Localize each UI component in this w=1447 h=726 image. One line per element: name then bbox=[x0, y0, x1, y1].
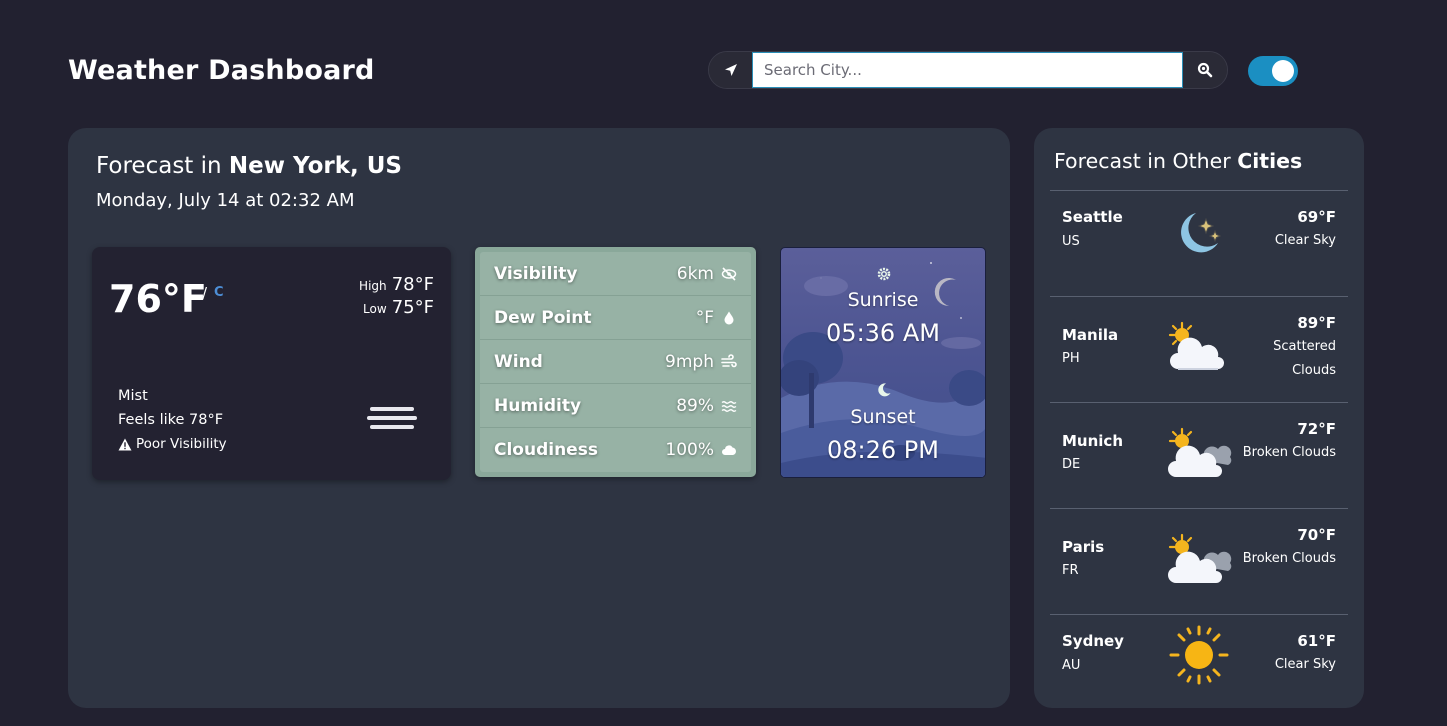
search-bar bbox=[708, 51, 1228, 89]
city-condition: Broken Clouds bbox=[1242, 551, 1336, 566]
city-temp: 61°F bbox=[1297, 632, 1336, 650]
sunrise-time: 05:36 AM bbox=[826, 319, 940, 347]
sun-cloud-icon bbox=[1168, 321, 1224, 370]
other-cities-heading-prefix: Forecast in Other bbox=[1054, 149, 1231, 173]
detail-row-humidity: Humidity 89% bbox=[480, 384, 751, 428]
theme-toggle[interactable] bbox=[1248, 56, 1298, 86]
other-cities-panel: Forecast in Other Cities Seattle US 69°F… bbox=[1034, 128, 1364, 708]
sun-gear-icon bbox=[877, 267, 891, 281]
moon-stars-icon bbox=[1181, 213, 1222, 253]
wind-icon bbox=[721, 353, 737, 367]
condition-block: Mist Feels like 78°F Poor Visibility bbox=[118, 384, 227, 456]
city-country: US bbox=[1062, 234, 1080, 249]
detail-label: Wind bbox=[494, 351, 543, 372]
detail-label: Cloudiness bbox=[494, 440, 598, 460]
low-temp: 75°F bbox=[391, 297, 434, 318]
city-country: AU bbox=[1062, 658, 1081, 673]
feels-like: Feels like 78°F bbox=[118, 412, 224, 428]
city-condition: Broken Clouds bbox=[1242, 445, 1336, 460]
forecast-heading: Forecast in New York, US bbox=[96, 153, 402, 179]
sunset-time: 08:26 PM bbox=[827, 436, 939, 464]
other-cities-heading-bold: Cities bbox=[1237, 149, 1303, 173]
city-row[interactable]: Manila PH 89°F Scattered Clouds bbox=[1050, 296, 1348, 402]
detail-value: 9mph bbox=[665, 351, 714, 372]
sun-clouds-icon bbox=[1168, 427, 1232, 477]
search-button[interactable] bbox=[1183, 52, 1227, 88]
other-cities-heading: Forecast in Other Cities bbox=[1054, 149, 1302, 173]
city-condition: Clear Sky bbox=[1274, 657, 1336, 672]
warning-icon bbox=[118, 438, 132, 450]
city-temp: 69°F bbox=[1297, 208, 1336, 226]
unit-separator: / bbox=[202, 284, 208, 302]
warning-text: Poor Visibility bbox=[136, 436, 227, 452]
city-condition: Clear Sky bbox=[1274, 233, 1336, 248]
city-country: PH bbox=[1062, 351, 1080, 366]
forecast-heading-prefix: Forecast in bbox=[96, 153, 222, 179]
city-name: Paris bbox=[1062, 538, 1105, 556]
celsius-toggle[interactable]: C bbox=[214, 285, 224, 300]
cloud-icon bbox=[722, 445, 736, 455]
detail-row-cloudiness: Cloudiness 100% bbox=[480, 428, 751, 472]
high-temp: 78°F bbox=[391, 274, 434, 295]
detail-label: Visibility bbox=[494, 263, 578, 284]
condition-text: Mist bbox=[118, 388, 148, 404]
detail-value: 89% bbox=[676, 395, 714, 416]
sunrise-sunset-card: Sunrise 05:36 AM Sunset 08:26 PM bbox=[780, 247, 986, 478]
main-forecast-panel: Forecast in New York, US Monday, July 14… bbox=[68, 128, 1010, 708]
detail-label: Dew Point bbox=[494, 307, 592, 328]
city-condition: Scattered Clouds bbox=[1273, 339, 1336, 378]
city-row[interactable]: Sydney AU 61°F Clear Sky bbox=[1050, 614, 1348, 720]
droplet-icon bbox=[724, 311, 734, 324]
search-icon bbox=[1197, 62, 1213, 78]
sunset-label: Sunset bbox=[850, 406, 916, 428]
city-row[interactable]: Seattle US 69°F Clear Sky bbox=[1050, 190, 1348, 296]
city-name: Sydney bbox=[1062, 632, 1124, 650]
current-temperature: 76°F bbox=[109, 277, 207, 321]
location-arrow-icon bbox=[724, 64, 737, 76]
sunrise-label: Sunrise bbox=[847, 289, 919, 311]
mist-icon bbox=[366, 407, 418, 434]
forecast-date: Monday, July 14 at 02:32 AM bbox=[96, 190, 355, 211]
sun-clouds-icon bbox=[1168, 533, 1232, 583]
forecast-location: New York, US bbox=[228, 153, 402, 179]
current-location-button[interactable] bbox=[709, 52, 752, 88]
eye-slash-icon bbox=[721, 266, 737, 281]
city-row[interactable]: Munich DE 72°F Broken Clouds bbox=[1050, 402, 1348, 508]
warning-row: Poor Visibility bbox=[118, 432, 227, 456]
water-icon bbox=[721, 400, 737, 412]
detail-value: °F bbox=[695, 307, 714, 328]
city-temp: 72°F bbox=[1297, 420, 1336, 438]
city-name: Seattle bbox=[1062, 208, 1123, 226]
detail-value: 100% bbox=[665, 440, 714, 460]
toggle-knob bbox=[1272, 60, 1294, 82]
city-list: Seattle US 69°F Clear Sky Manila PH 89°F… bbox=[1050, 190, 1348, 720]
detail-row-wind: Wind 9mph bbox=[480, 340, 751, 384]
city-row[interactable]: Paris FR 70°F Broken Clouds bbox=[1050, 508, 1348, 614]
detail-row-visibility: Visibility 6km bbox=[480, 252, 751, 296]
current-weather-card: 76°F / C High 78°F Low 75°F Mist Feels l… bbox=[92, 247, 451, 480]
moon-icon bbox=[878, 383, 891, 397]
sun-icon bbox=[1169, 625, 1229, 685]
city-temp: 70°F bbox=[1297, 526, 1336, 544]
city-country: DE bbox=[1062, 457, 1081, 472]
city-name: Munich bbox=[1062, 432, 1123, 450]
detail-value: 6km bbox=[676, 263, 714, 284]
city-country: FR bbox=[1062, 563, 1079, 578]
low-label: Low bbox=[363, 302, 387, 316]
city-temp: 89°F bbox=[1297, 314, 1336, 332]
detail-row-dew-point: Dew Point °F bbox=[480, 296, 751, 340]
weather-details-card: Visibility 6km Dew Point °F Wind 9mph Hu… bbox=[475, 247, 756, 477]
search-input[interactable] bbox=[752, 52, 1183, 88]
app-title: Weather Dashboard bbox=[68, 55, 375, 86]
detail-label: Humidity bbox=[494, 395, 582, 416]
high-low: High 78°F Low 75°F bbox=[359, 274, 434, 320]
high-label: High bbox=[359, 279, 387, 293]
city-name: Manila bbox=[1062, 326, 1119, 344]
